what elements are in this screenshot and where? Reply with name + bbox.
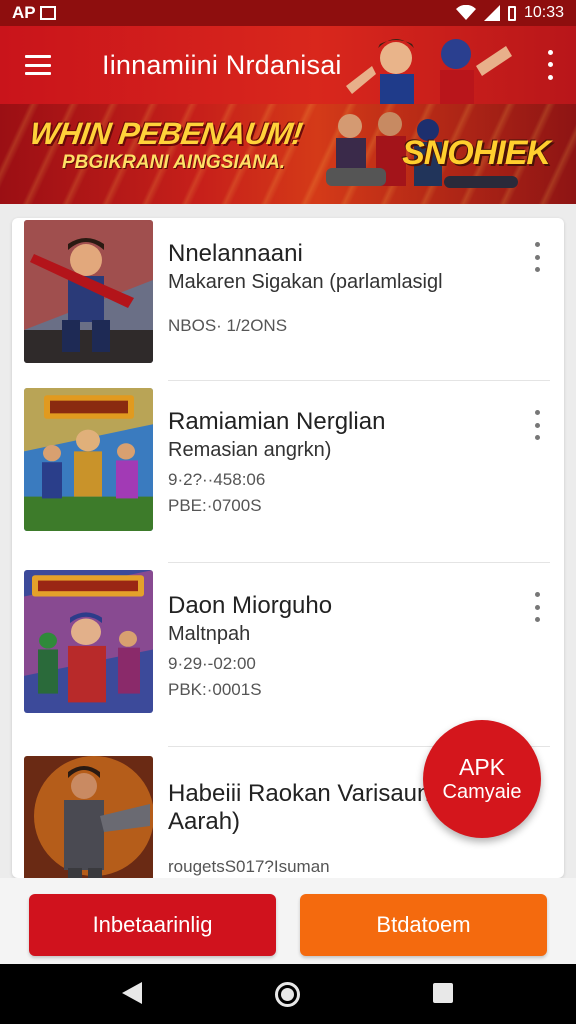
item-more-icon[interactable] [532,242,542,272]
system-nav-bar [0,964,576,1024]
item-meta: 9·29·-02:00 [168,654,256,673]
apk-fab-button[interactable]: APK Camyaie [423,720,541,838]
fab-label-primary: APK [458,754,506,780]
list-item[interactable]: Nnelannaani Makaren Sigakan (parlamlasig… [168,240,524,339]
banner-headline: WHIN PEBENAUM! [27,116,305,151]
status-bar: AP 10:33 [0,0,576,26]
status-left-text: AP [12,3,36,22]
divider [168,562,550,563]
banner-logo: SNOHIEK [402,134,551,172]
divider [168,380,550,381]
secondary-action-button[interactable]: Btdatoem [300,894,547,956]
item-subtitle: Maltnpah [168,623,251,645]
home-icon[interactable] [275,982,300,1007]
item-subtitle: Makaren Sigakan (parlamlasigl [168,271,443,293]
item-subtitle: Remasian angrkn) [168,439,332,461]
item-title: Daon Miorguho [168,592,333,619]
battery-icon [507,5,516,21]
hero-thumbnail-image [24,220,153,363]
armored-hero-image [24,756,153,878]
item-thumbnail[interactable] [24,388,153,531]
item-meta: NBOS· 1/2ONS [168,316,288,335]
primary-action-button[interactable]: Inbetaarinlig [29,894,276,956]
back-icon[interactable] [122,982,142,1004]
item-meta-secondary: PBK:·0001S [168,680,262,699]
status-time: 10:33 [523,4,564,21]
item-more-icon[interactable] [532,592,542,622]
item-thumbnail[interactable] [24,220,153,363]
wifi-icon [455,5,476,20]
recents-icon[interactable] [433,983,453,1003]
item-meta: 9·2?··458:06 [168,470,266,489]
banner-subline: PBGIKRANI AINGSIANA. [62,152,286,173]
hamburger-icon [25,55,51,75]
item-meta: rougetsS017?Isuman [168,857,330,876]
item-title: Ramiamian Nerglian [168,408,386,435]
item-more-icon[interactable] [532,410,542,440]
notification-icon [39,6,56,20]
app-bar: Iinnamiini Nrdanisai [0,26,576,104]
bottom-action-bar: Inbetaarinlig Btdatoem [0,878,576,964]
menu-button[interactable] [0,26,76,104]
item-thumbnail[interactable] [24,756,153,878]
item-meta-secondary: PBE:·0700S [168,496,262,515]
hero-artwork [346,39,512,104]
heroes-group-image [24,388,153,531]
signal-icon [483,5,500,21]
list-item[interactable]: Daon Miorguho Maltnpah 9·29·-02:00 PBK:·… [168,592,524,703]
more-vert-icon[interactable] [538,46,562,84]
item-title: Nnelannaani [168,240,303,267]
heroes-poster-image [24,570,153,713]
app-title: Iinnamiini Nrdanisai [102,49,342,80]
banner-logo-badge [444,176,518,188]
promo-banner[interactable]: WHIN PEBENAUM! PBGIKRANI AINGSIANA. SNOH… [0,104,576,204]
item-thumbnail[interactable] [24,570,153,713]
fab-label-secondary: Camyaie [442,781,522,803]
list-item[interactable]: Ramiamian Nerglian Remasian angrkn) 9·2?… [168,408,524,519]
